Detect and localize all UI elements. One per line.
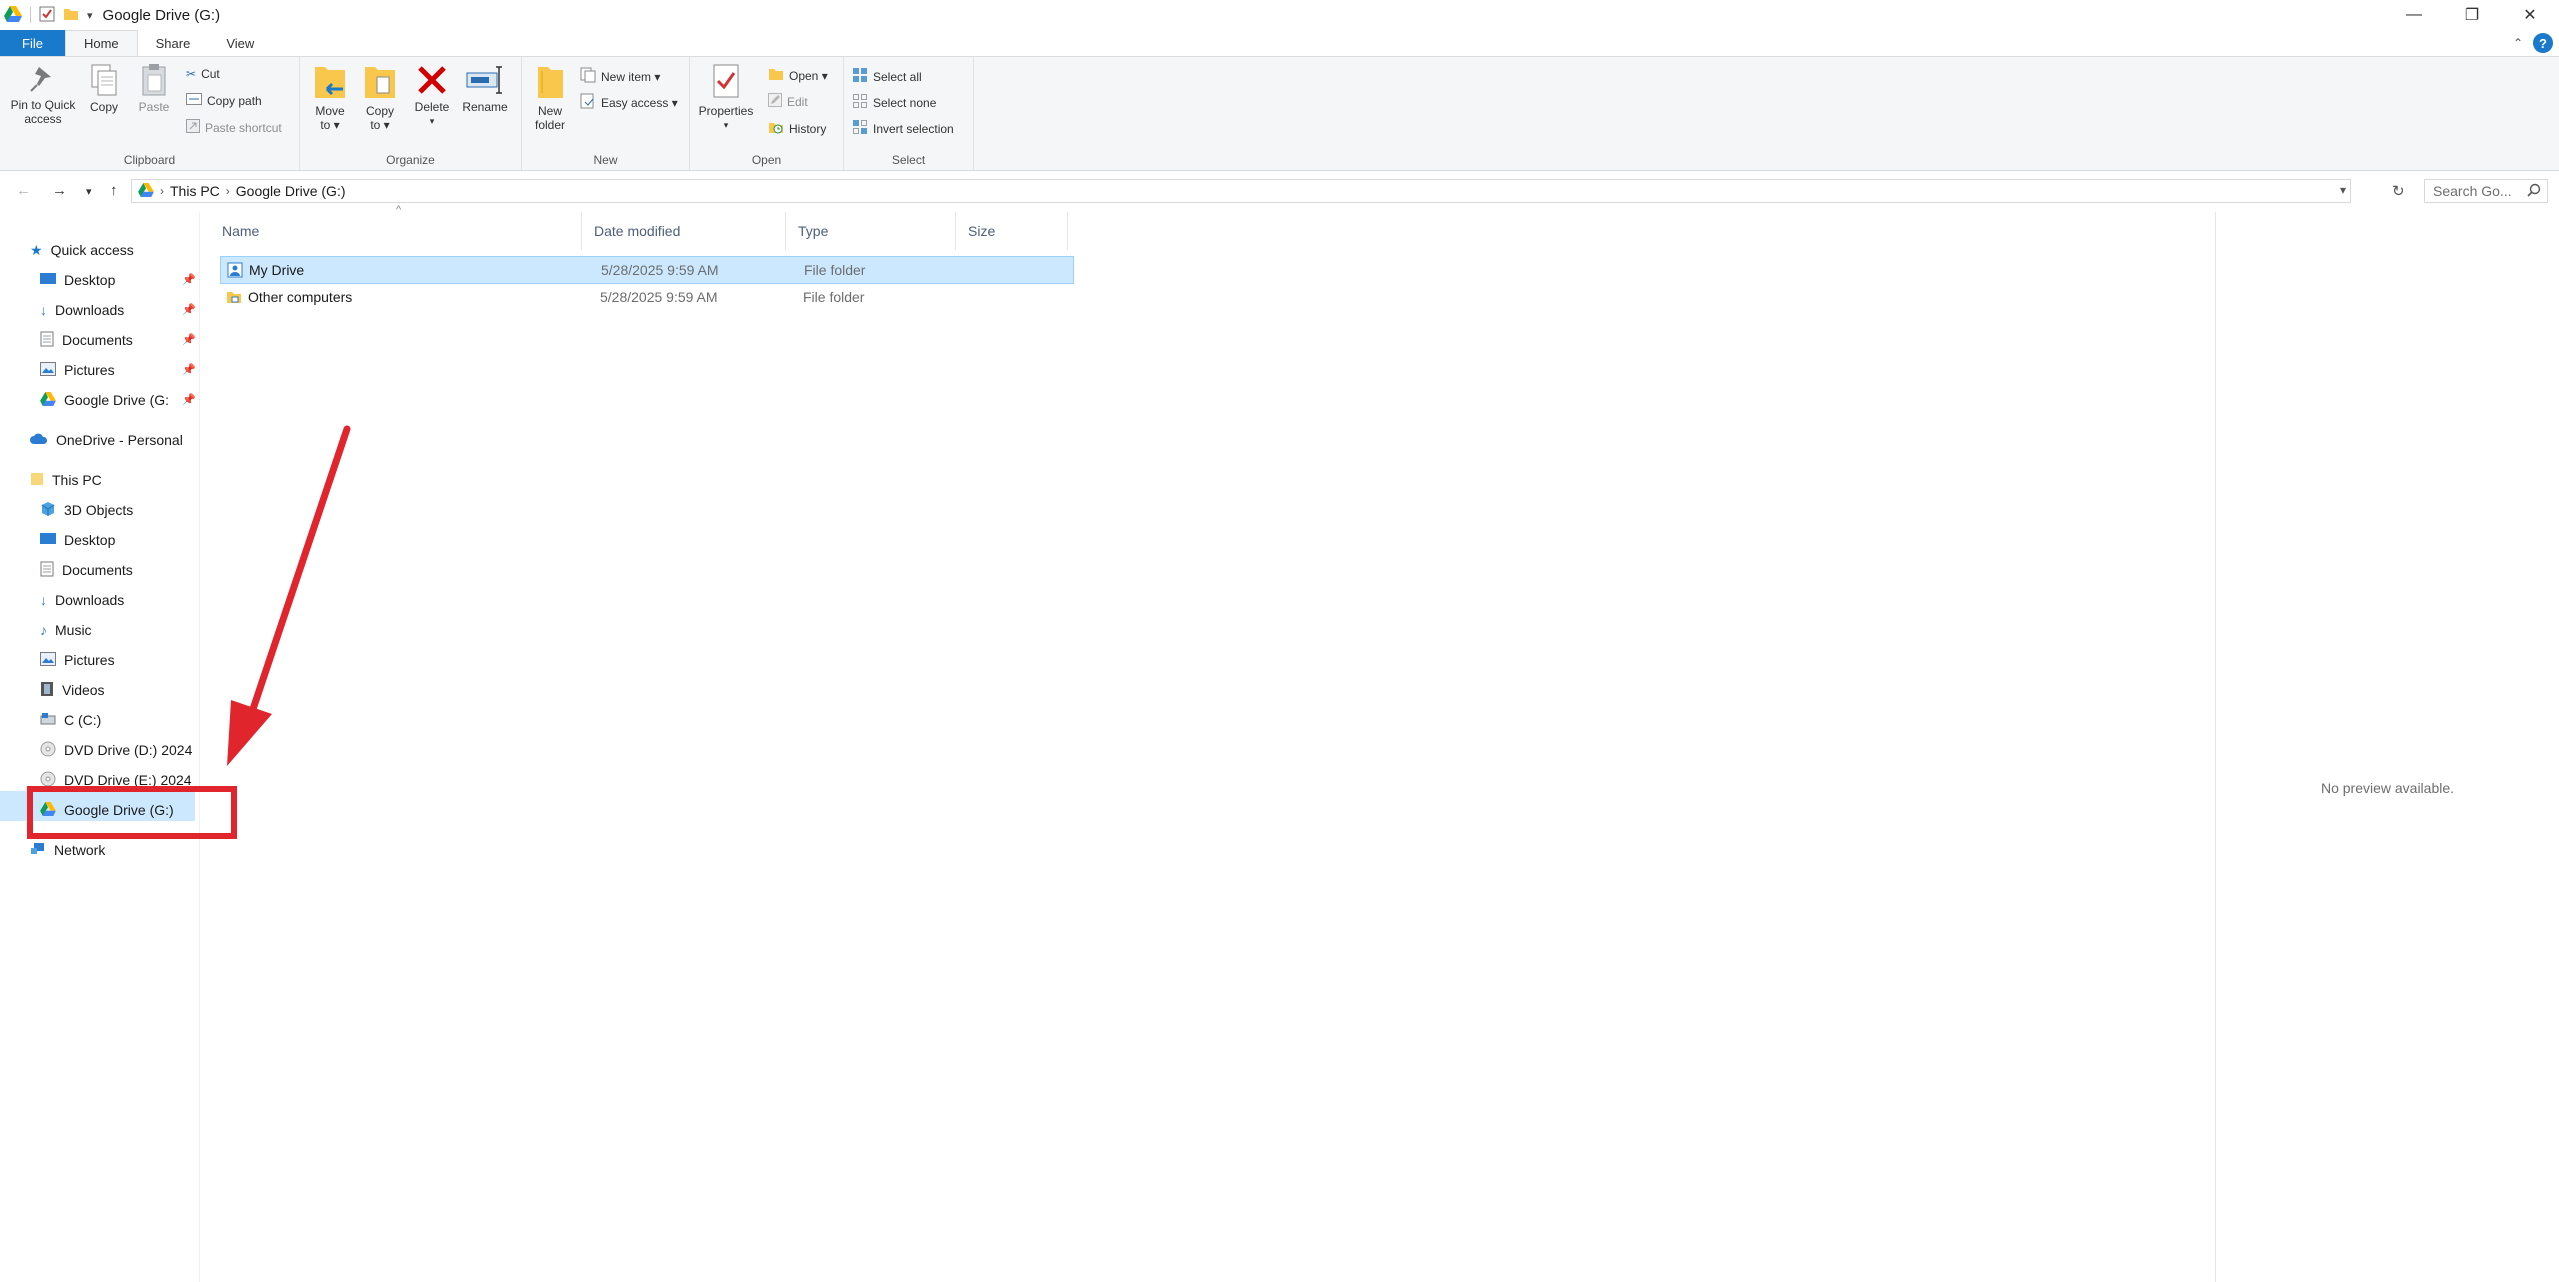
red-annotation-arrow-icon [227, 425, 351, 766]
red-highlight-box [27, 786, 237, 839]
